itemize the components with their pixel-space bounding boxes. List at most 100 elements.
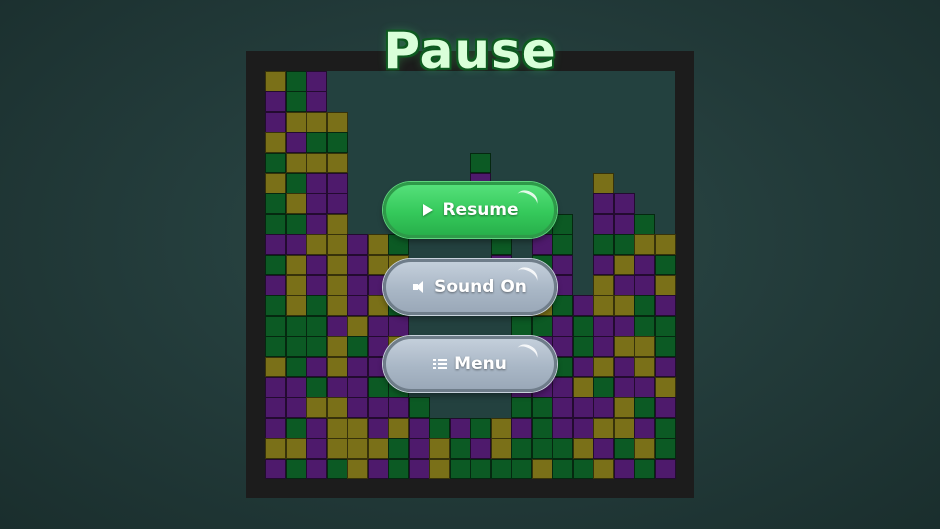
block-cell (552, 397, 573, 419)
block-cell (388, 397, 409, 419)
block-cell (593, 193, 614, 215)
block-cell (265, 91, 286, 113)
block-cell (347, 315, 368, 337)
block-cell (285, 438, 307, 460)
block-cell (531, 315, 553, 337)
sound-toggle-button[interactable]: Sound On (383, 259, 557, 315)
block-cell (306, 91, 327, 113)
block-cell (265, 315, 286, 337)
block-cell (367, 254, 389, 276)
block-cell (367, 438, 389, 460)
block-cell (654, 397, 676, 419)
block-cell (429, 417, 450, 439)
block-cell (552, 254, 573, 276)
block-cell (285, 91, 307, 113)
block-cell (634, 213, 655, 235)
block-cell (285, 397, 307, 419)
block-cell (347, 417, 368, 439)
block-cell (326, 397, 348, 419)
block-cell (511, 397, 532, 419)
list-icon (433, 357, 448, 371)
block-cell (388, 458, 409, 480)
resume-button[interactable]: Resume (383, 182, 557, 238)
block-cell (347, 275, 368, 296)
block-cell (347, 254, 368, 276)
block-cell (552, 417, 573, 439)
block-cell (408, 458, 430, 480)
block-cell (285, 254, 307, 276)
block-cell (654, 356, 676, 378)
block-cell (285, 173, 307, 194)
play-icon (421, 203, 435, 217)
block-cell (429, 438, 450, 460)
block-cell (326, 213, 348, 235)
block-cell (593, 458, 614, 480)
block-cell (552, 438, 573, 460)
menu-button[interactable]: Menu (383, 336, 557, 392)
block-cell (326, 417, 348, 439)
block-cell (654, 234, 676, 256)
block-cell (634, 336, 655, 358)
block-cell (326, 356, 348, 378)
block-cell (634, 275, 655, 296)
block-cell (613, 254, 635, 276)
block-cell (388, 417, 409, 439)
block-cell (511, 417, 532, 439)
block-cell (634, 438, 655, 460)
block-cell (613, 275, 635, 296)
block-cell (613, 336, 635, 358)
block-cell (265, 111, 286, 133)
block-cell (593, 295, 614, 317)
block-cell (285, 377, 307, 398)
block-cell (408, 397, 430, 419)
block-cell (326, 295, 348, 317)
block-cell (634, 295, 655, 317)
block-cell (572, 417, 594, 439)
block-cell (265, 254, 286, 276)
block-cell (470, 152, 491, 174)
block-cell (306, 336, 327, 358)
block-cell (593, 417, 614, 439)
block-cell (470, 458, 491, 480)
block-cell (613, 377, 635, 398)
block-cell (265, 438, 286, 460)
block-cell (511, 315, 532, 337)
block-cell (613, 458, 635, 480)
block-cell (306, 132, 327, 154)
block-cell (326, 438, 348, 460)
block-cell (552, 458, 573, 480)
block-cell (613, 315, 635, 337)
block-cell (285, 111, 307, 133)
block-cell (285, 234, 307, 256)
block-cell (613, 295, 635, 317)
block-cell (326, 173, 348, 194)
block-cell (531, 458, 553, 480)
block-cell (347, 356, 368, 378)
block-cell (347, 234, 368, 256)
block-cell (552, 234, 573, 256)
block-cell (347, 377, 368, 398)
block-cell (552, 377, 573, 398)
block-cell (593, 275, 614, 296)
block-cell (265, 173, 286, 194)
block-cell (285, 193, 307, 215)
block-cell (593, 356, 614, 378)
block-cell (367, 397, 389, 419)
block-cell (285, 152, 307, 174)
block-cell (511, 458, 532, 480)
block-cell (326, 315, 348, 337)
block-cell (285, 336, 307, 358)
block-cell (265, 234, 286, 256)
block-cell (552, 315, 573, 337)
block-cell (265, 152, 286, 174)
block-cell (306, 234, 327, 256)
block-cell (470, 438, 491, 460)
block-cell (593, 377, 614, 398)
block-cell (265, 132, 286, 154)
block-cell (326, 458, 348, 480)
block-cell (511, 438, 532, 460)
block-cell (388, 438, 409, 460)
block-cell (634, 458, 655, 480)
block-cell (265, 458, 286, 480)
block-cell (654, 336, 676, 358)
